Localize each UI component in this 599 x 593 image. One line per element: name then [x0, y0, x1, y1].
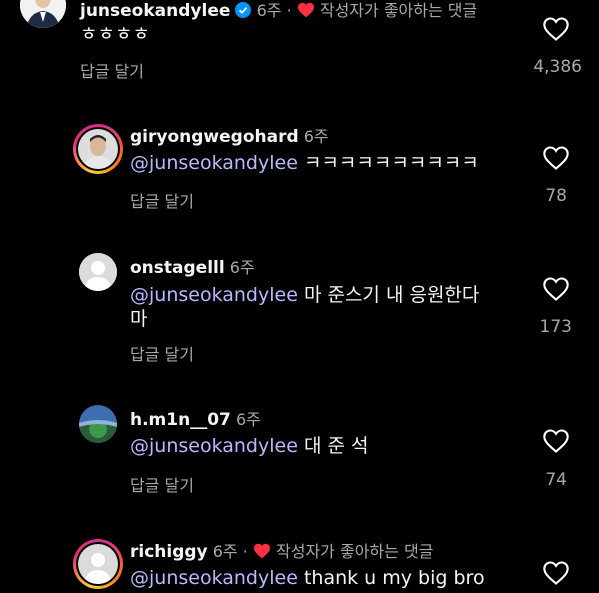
like-heart-icon[interactable]: [542, 428, 570, 454]
comment-time: 6주: [256, 1, 282, 20]
default-avatar-icon: [79, 253, 117, 291]
comment-header: richiggy 6주 · 작성자가 좋아하는 댓글: [130, 538, 433, 562]
comment-text: @junseokandylee 마 준스기 내 응원한다 마: [130, 283, 500, 331]
username[interactable]: onstagelll: [130, 258, 225, 278]
separator: ·: [286, 1, 292, 20]
avatar[interactable]: [73, 539, 123, 589]
comment-text: ㅎㅎㅎㅎ: [80, 23, 150, 45]
comment-time: 6주: [303, 127, 329, 146]
reply-button[interactable]: 답글 달기: [80, 58, 144, 82]
mention-link[interactable]: @junseokandylee: [130, 284, 298, 306]
author-liked-heart-icon: [297, 2, 314, 18]
mention-link[interactable]: @junseokandylee: [130, 435, 298, 457]
mention-link[interactable]: @junseokandylee: [130, 567, 298, 589]
username[interactable]: giryongwegohard: [130, 127, 299, 147]
like-count: 74: [545, 470, 567, 490]
reply-button[interactable]: 답글 달기: [130, 188, 194, 212]
comment-header: h.m1n__07 6주: [130, 406, 261, 430]
comment-header: onstagelll 6주: [130, 254, 255, 278]
comment-time: 6주: [235, 410, 261, 429]
comment-time: 6주: [212, 542, 238, 561]
avatar[interactable]: [20, 0, 66, 28]
like-count: 4,386: [533, 57, 582, 77]
avatar[interactable]: [79, 253, 117, 291]
like-count: 78: [545, 186, 567, 206]
comment-body-continued: 마: [130, 308, 148, 330]
comment-text: @junseokandylee 대 준 석: [130, 434, 368, 458]
reply-button[interactable]: 답글 달기: [130, 341, 194, 365]
profile-photo: [78, 129, 118, 169]
username[interactable]: richiggy: [130, 542, 208, 562]
comment-header: giryongwegohard 6주: [130, 123, 329, 147]
comment-body: 대 준 석: [303, 435, 369, 457]
comment-text: @junseokandylee thank u my big bro: [130, 566, 485, 590]
like-heart-icon[interactable]: [542, 16, 570, 42]
author-liked-label: 작성자가 좋아하는 댓글: [319, 1, 478, 20]
author-liked-heart-icon: [253, 543, 270, 559]
comment-header: junseokandylee 6주 · 작성자가 좋아하는 댓글: [80, 0, 477, 21]
avatar[interactable]: [79, 405, 117, 443]
separator: ·: [242, 542, 248, 561]
like-heart-icon[interactable]: [542, 145, 570, 171]
username[interactable]: junseokandylee: [80, 1, 230, 21]
username[interactable]: h.m1n__07: [130, 410, 231, 430]
comment-text: @junseokandylee ㅋㅋㅋㅋㅋㅋㅋㅋㅋㅋ: [130, 151, 479, 175]
reply-button[interactable]: 답글 달기: [130, 472, 194, 496]
profile-photo: [20, 0, 66, 28]
author-liked-label: 작성자가 좋아하는 댓글: [276, 542, 434, 561]
comment-body: ㅋㅋㅋㅋㅋㅋㅋㅋㅋㅋ: [303, 152, 479, 174]
avatar[interactable]: [73, 124, 123, 174]
default-avatar-icon: [78, 544, 118, 584]
comment-body: 마 준스기 내 응원한다: [303, 284, 480, 306]
profile-photo: [79, 405, 117, 443]
verified-badge-icon: [235, 2, 252, 18]
like-count: 173: [539, 317, 572, 337]
comment-time: 6주: [229, 258, 255, 277]
comment-body: thank u my big bro: [303, 567, 485, 589]
like-heart-icon[interactable]: [542, 276, 570, 302]
mention-link[interactable]: @junseokandylee: [130, 152, 298, 174]
like-heart-icon[interactable]: [542, 560, 570, 586]
